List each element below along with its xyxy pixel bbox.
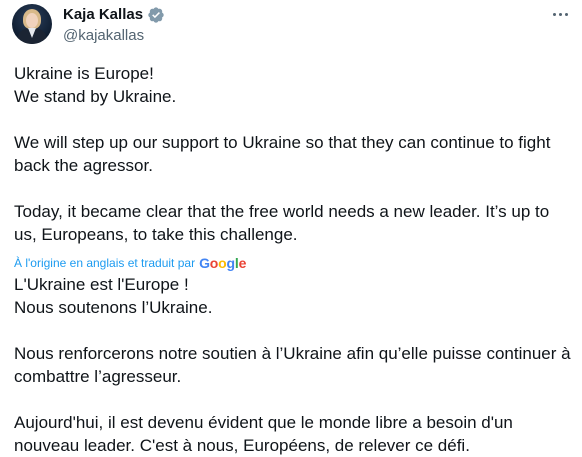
name-row: Kaja Kallas — [63, 6, 165, 24]
translation-notice[interactable]: À l'origine en anglais et traduit par Go… — [14, 255, 246, 271]
original-line-1: Ukraine is Europe! — [14, 64, 154, 83]
dot — [552, 12, 556, 16]
translated-paragraph-2: Nous renforcerons notre soutien à l’Ukra… — [14, 344, 571, 386]
user-handle[interactable]: @kajakallas — [63, 27, 144, 45]
display-name[interactable]: Kaja Kallas — [63, 6, 143, 24]
avatar-face — [26, 13, 38, 28]
original-line-2: We stand by Ukraine. — [14, 87, 177, 106]
translated-paragraph-3: Aujourd'hui, il est devenu évident que l… — [14, 413, 513, 455]
translation-notice-label: À l'origine en anglais et traduit par — [14, 256, 196, 270]
dot — [564, 12, 568, 16]
avatar[interactable] — [12, 4, 52, 44]
original-paragraph-2: We will step up our support to Ukraine s… — [14, 133, 551, 175]
more-options-icon[interactable] — [550, 6, 570, 22]
original-tweet-text: Ukraine is Europe! We stand by Ukraine. … — [14, 62, 572, 246]
translated-line-2: Nous soutenons l’Ukraine. — [14, 298, 213, 317]
dot — [558, 12, 562, 16]
tweet-header: Kaja Kallas @kajakallas — [12, 0, 570, 50]
google-logo: Google — [199, 255, 247, 271]
original-paragraph-3: Today, it became clear that the free wor… — [14, 202, 550, 244]
translated-tweet-text: L'Ukraine est l'Europe ! Nous soutenons … — [14, 273, 572, 457]
verified-badge-icon[interactable] — [147, 6, 165, 24]
translated-line-1: L'Ukraine est l'Europe ! — [14, 275, 189, 294]
